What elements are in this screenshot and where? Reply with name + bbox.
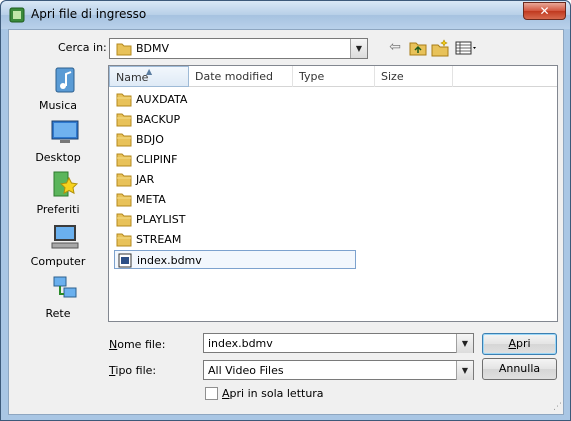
file-list[interactable]: ▲ Name Date modified Type Size AUXDATA BA… (108, 65, 558, 322)
folder-icon (116, 153, 132, 167)
place-preferiti[interactable]: Preferiti (17, 170, 99, 222)
list-item[interactable]: BACKUP (114, 110, 354, 129)
file-name-label: Nome file: (109, 338, 166, 351)
list-item-label: META (136, 193, 166, 206)
list-item-label: JAR (136, 173, 155, 186)
favorites-icon (53, 171, 79, 197)
place-label: Computer (30, 255, 86, 268)
computer-icon (51, 225, 79, 249)
folder-icon (116, 43, 132, 56)
list-item-label: AUXDATA (136, 93, 188, 106)
look-in-value: BDMV (136, 42, 170, 55)
list-item-label: BDJO (136, 133, 164, 146)
new-folder-icon[interactable] (430, 39, 450, 57)
folder-icon (116, 213, 132, 227)
music-icon (55, 67, 75, 93)
place-musica[interactable]: Musica (17, 66, 99, 118)
cancel-button[interactable]: Annulla (482, 358, 557, 380)
file-name-value: index.bdmv (208, 337, 273, 350)
title-bar[interactable]: Apri file di ingresso ✕ (1, 1, 570, 29)
column-header-size[interactable]: Size (375, 66, 453, 87)
list-item[interactable]: index.bdmv (114, 250, 356, 269)
list-header: ▲ Name Date modified Type Size (109, 66, 557, 87)
list-item[interactable]: JAR (114, 170, 354, 189)
read-only-checkbox[interactable] (205, 387, 218, 400)
open-file-dialog: Apri file di ingresso ✕ Cerca in: BDMV ▼… (0, 0, 571, 421)
window-title: Apri file di ingresso (31, 7, 147, 21)
list-item[interactable]: META (114, 190, 354, 209)
folder-icon (116, 93, 132, 107)
list-item-label: PLAYLIST (136, 213, 186, 226)
place-label: Preferiti (36, 203, 80, 216)
look-in-label: Cerca in: (58, 41, 107, 54)
close-button[interactable]: ✕ (523, 2, 566, 20)
place-label: Rete (45, 307, 71, 320)
open-button[interactable]: Apri (482, 333, 557, 355)
file-type-label: Tipo file: (109, 364, 157, 377)
up-folder-icon[interactable] (408, 39, 428, 57)
place-rete[interactable]: Rete (17, 274, 99, 326)
dialog-body: Cerca in: BDMV ▼ ⇦ Musica Desktop Prefer… (8, 29, 564, 415)
chevron-down-icon[interactable]: ▼ (350, 39, 367, 58)
list-item-label: CLIPINF (136, 153, 178, 166)
place-computer[interactable]: Computer (17, 222, 99, 274)
column-header-type[interactable]: Type (293, 66, 375, 87)
sort-ascending-icon: ▲ (146, 67, 153, 76)
file-name-input[interactable]: index.bdmv ▼ (203, 333, 474, 353)
desktop-icon (51, 120, 79, 143)
place-label: Desktop (35, 151, 81, 164)
close-icon: ✕ (539, 4, 550, 18)
list-item[interactable]: STREAM (114, 230, 354, 249)
folder-icon (116, 233, 132, 247)
list-item[interactable]: CLIPINF (114, 150, 354, 169)
look-in-dropdown[interactable]: BDMV ▼ (109, 38, 368, 59)
column-header-name[interactable]: ▲ Name (109, 66, 189, 87)
back-arrow-icon[interactable]: ⇦ (385, 39, 405, 57)
file-icon (118, 253, 132, 268)
folder-icon (116, 173, 132, 187)
folder-icon (116, 133, 132, 147)
network-icon (53, 276, 77, 298)
places-bar: Musica Desktop Preferiti Computer Rete (17, 66, 99, 326)
list-item-label: STREAM (136, 233, 182, 246)
file-type-dropdown[interactable]: All Video Files ▼ (203, 360, 474, 380)
place-label: Musica (38, 99, 78, 112)
list-item[interactable]: AUXDATA (114, 90, 354, 109)
resize-grip-icon[interactable]: ⋰ (553, 402, 563, 412)
chevron-down-icon[interactable]: ▼ (456, 334, 473, 353)
folder-icon (116, 113, 132, 127)
app-icon (9, 7, 25, 23)
list-item-label: BACKUP (136, 113, 181, 126)
list-item[interactable]: PLAYLIST (114, 210, 354, 229)
view-menu-icon[interactable] (455, 39, 479, 57)
read-only-label[interactable]: Apri in sola lettura (222, 387, 324, 400)
list-item-label: index.bdmv (137, 254, 202, 267)
file-type-value: All Video Files (208, 364, 284, 377)
folder-icon (116, 193, 132, 207)
list-item[interactable]: BDJO (114, 130, 354, 149)
column-header-date[interactable]: Date modified (189, 66, 293, 87)
chevron-down-icon[interactable]: ▼ (456, 361, 473, 380)
place-desktop[interactable]: Desktop (17, 118, 99, 170)
